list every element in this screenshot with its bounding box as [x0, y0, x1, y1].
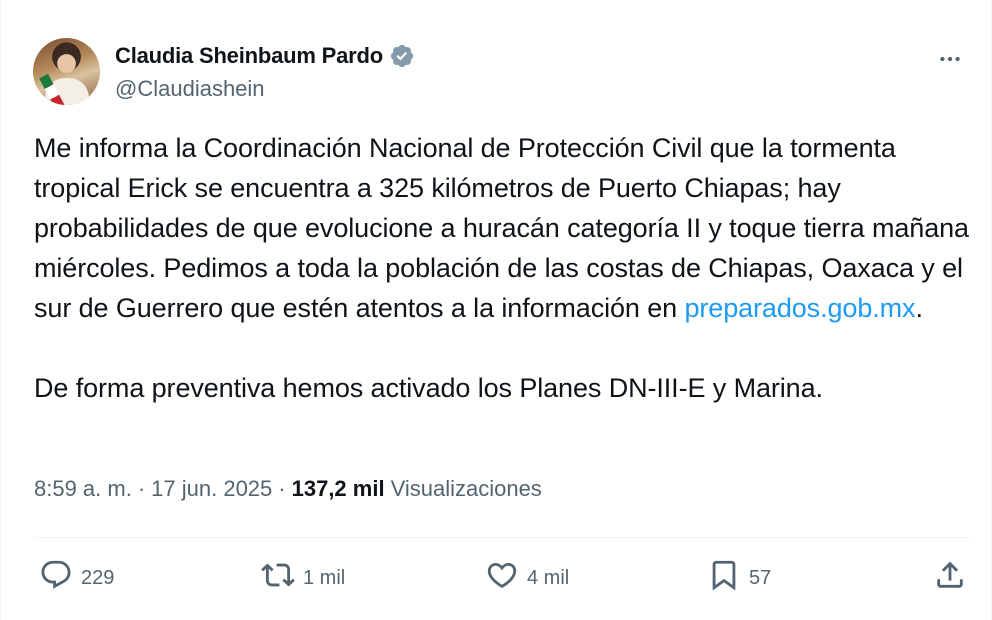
bookmark-button[interactable]: 57 [707, 556, 771, 600]
reply-icon [39, 558, 73, 598]
repost-count: 1 mil [303, 566, 346, 589]
bookmark-count: 57 [749, 566, 772, 589]
tweet-paragraph-1: Me informa la Coordinación Nacional de P… [34, 128, 974, 328]
views-label: Visualizaciones [390, 476, 542, 501]
tweet-link[interactable]: preparados.gob.mx [684, 293, 915, 323]
meta-separator: · [137, 476, 146, 501]
verified-badge-icon[interactable] [389, 43, 415, 69]
avatar[interactable] [33, 38, 100, 105]
reply-count: 229 [81, 566, 115, 589]
views-count: 137,2 mil [291, 476, 385, 501]
tweet-text-part1-end: . [915, 293, 923, 323]
handle[interactable]: @Claudiashein [115, 76, 265, 102]
meta-separator: · [278, 476, 286, 501]
divider [34, 537, 971, 538]
like-count: 4 mil [527, 566, 570, 589]
bookmark-icon [707, 558, 741, 598]
tweet-card: Claudia Sheinbaum Pardo @Claudiashein Me… [0, 0, 992, 620]
more-horizontal-icon[interactable] [935, 44, 965, 74]
action-bar: 229 1 mil 4 mil 57 [39, 556, 967, 600]
tweet-text: Me informa la Coordinación Nacional de P… [34, 128, 974, 408]
name-row: Claudia Sheinbaum Pardo [115, 43, 415, 69]
tweet-meta: 8:59 a. m. · 17 jun. 2025 · 137,2 mil Vi… [34, 476, 542, 502]
reply-button[interactable]: 229 [39, 556, 114, 600]
tweet-paragraph-2: De forma preventiva hemos activado los P… [34, 373, 823, 403]
tweet-header: Claudia Sheinbaum Pardo @Claudiashein [33, 38, 971, 108]
heart-icon [485, 558, 519, 598]
repost-icon [261, 558, 295, 598]
tweet-date[interactable]: 17 jun. 2025 [151, 476, 272, 502]
share-button[interactable] [933, 556, 967, 600]
display-name[interactable]: Claudia Sheinbaum Pardo [115, 43, 383, 69]
like-button[interactable]: 4 mil [485, 556, 569, 600]
repost-button[interactable]: 1 mil [261, 556, 345, 600]
tweet-time[interactable]: 8:59 a. m. [34, 476, 132, 502]
share-icon [933, 558, 967, 598]
